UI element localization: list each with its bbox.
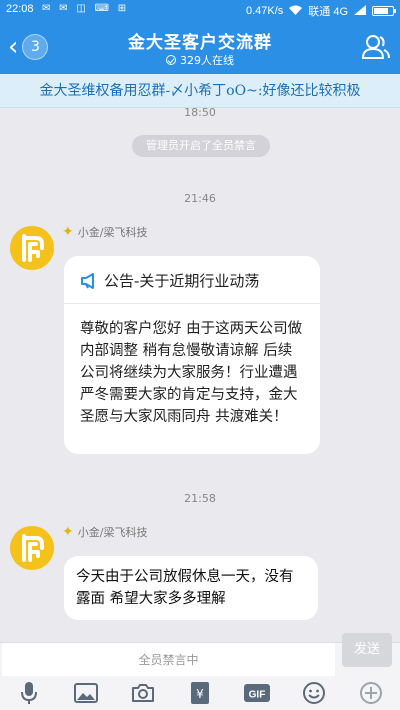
camera-button[interactable] (128, 680, 158, 706)
smile-icon (303, 682, 326, 704)
microphone-icon (20, 682, 37, 704)
image-button[interactable] (71, 680, 101, 706)
plus-circle-icon (360, 682, 383, 704)
megaphone-icon (81, 272, 94, 289)
battery-icon (372, 6, 396, 16)
send-button[interactable]: 发送 (342, 633, 392, 667)
check-icon (166, 55, 176, 65)
group-members-button[interactable] (361, 34, 390, 60)
signal-icon (354, 4, 366, 18)
announcement-bubble[interactable]: 公告-关于近期行业动荡 尊敬的客户您好 由于这两天公司做内部调整 稍有怠慢敬请谅… (64, 256, 320, 454)
red-packet-icon: ¥ (190, 682, 209, 704)
image-icon (73, 683, 98, 703)
group-profile-icon (361, 35, 390, 59)
voice-button[interactable] (14, 680, 44, 706)
announcement-body: 尊敬的客户您好 由于这两天公司做内部调整 稍有怠慢敬请谅解 后续公司将继续为大家… (80, 321, 303, 425)
company-logo-icon (10, 526, 54, 570)
group-notice-banner[interactable]: 金大圣维权备用忍群-〆小希丁oO~:好像还比较积极 (0, 74, 400, 108)
system-notice: 管理员开启了全员禁言 (132, 135, 270, 157)
status-right: 0.47K/s 联通 4G (245, 3, 396, 19)
message-input[interactable]: 全员禁言中 (2, 643, 335, 677)
sender-label: 小金/梁飞科技 (77, 526, 148, 539)
notification-icons: ✉ ✉ ◫ ⌨ ⊞ (42, 3, 130, 14)
gif-icon: GIF (244, 684, 271, 702)
sender-name: ✦ 小金/梁飞科技 (62, 524, 147, 540)
online-count: 329人在线 (180, 54, 234, 67)
status-bar: 22:08 ✉ ✉ ◫ ⌨ ⊞ 0.47K/s 联通 4G (0, 0, 400, 20)
timestamp: 21:58 (184, 492, 216, 505)
avatar[interactable] (10, 226, 54, 270)
avatar[interactable] (10, 526, 54, 570)
message-bubble[interactable]: 今天由于公司放假休息一天，没有露面 希望大家多多理解 (64, 556, 318, 620)
sender-name: ✦ 小金/梁飞科技 (62, 224, 147, 240)
camera-icon (131, 684, 154, 702)
chat-header: ‹ 3 金大圣客户交流群 329人在线 (0, 20, 400, 74)
announcement-header: 公告-关于近期行业动荡 (80, 270, 304, 291)
more-button[interactable] (356, 680, 386, 706)
chat-area[interactable]: 18:50 管理员开启了全员禁言 21:46 ✦ 小金/梁飞科技 公告-关于近期… (0, 108, 400, 642)
gif-button[interactable]: GIF (242, 680, 272, 706)
company-logo-icon (10, 226, 54, 270)
status-time: 22:08 (6, 3, 34, 15)
divider (64, 303, 320, 304)
input-toolbar: ¥ GIF (0, 676, 400, 710)
group-title: 金大圣客户交流群 (128, 33, 272, 53)
announcement-title: 公告-关于近期行业动荡 (104, 272, 260, 290)
timestamp: 21:46 (184, 192, 216, 205)
wifi-icon (289, 5, 303, 18)
timestamp-cut: 18:50 (184, 108, 216, 119)
carrier-label: 联通 4G (308, 6, 348, 18)
svg-text:¥: ¥ (196, 687, 204, 701)
input-row: 全员禁言中 发送 (0, 633, 400, 677)
sender-label: 小金/梁飞科技 (77, 226, 148, 239)
gif-label: GIF (249, 690, 266, 701)
emoji-button[interactable] (299, 680, 329, 706)
online-status: 329人在线 (0, 52, 400, 68)
network-speed: 0.47K/s (245, 5, 284, 17)
admin-star-icon: ✦ (62, 524, 74, 540)
admin-star-icon: ✦ (62, 224, 74, 240)
red-packet-button[interactable]: ¥ (185, 680, 215, 706)
